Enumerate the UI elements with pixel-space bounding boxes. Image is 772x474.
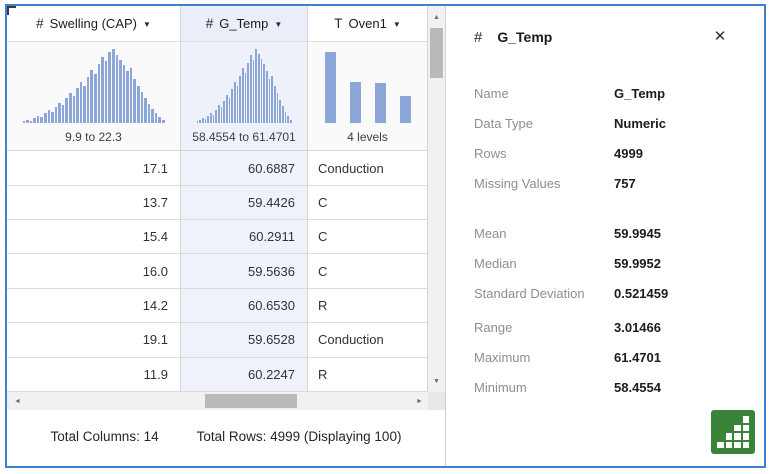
data-table: # Swelling (CAP) ▼ 9.9 to 22.3 17.1 13.7… xyxy=(7,6,428,392)
histogram-thumbnail-swelling[interactable] xyxy=(7,42,180,123)
column-statistics: Name G_Temp Data Type Numeric Rows 4999 … xyxy=(474,78,750,402)
histogram-stairs-icon xyxy=(717,416,749,448)
panel-header: # G_Temp ✕ xyxy=(474,26,746,48)
stat-value: 3.01466 xyxy=(614,319,661,335)
histogram-thumbnail-gtemp[interactable] xyxy=(181,42,307,123)
stat-label: Median xyxy=(474,255,517,271)
stat-row-missing-values: Missing Values 757 xyxy=(474,168,750,198)
scroll-left-icon[interactable]: ◄ xyxy=(9,392,26,410)
data-explorer-window: # Swelling (CAP) ▼ 9.9 to 22.3 17.1 13.7… xyxy=(5,4,766,468)
stat-label: Standard Deviation xyxy=(474,285,585,301)
stat-label: Range xyxy=(474,319,513,335)
table-status-bar: Total Columns: 14 Total Rows: 4999 (Disp… xyxy=(7,410,445,462)
panel-title: G_Temp xyxy=(497,29,553,45)
bar-chart-thumbnail-oven1[interactable] xyxy=(308,42,427,123)
total-columns-label: Total Columns: 14 xyxy=(50,428,159,444)
column-label: Oven1 xyxy=(348,16,387,32)
stat-value: 0.521459 xyxy=(614,285,669,301)
open-chart-button[interactable] xyxy=(711,410,755,454)
stat-row-rows: Rows 4999 xyxy=(474,138,750,168)
table-cell: C xyxy=(308,185,427,221)
chevron-down-icon[interactable]: ▼ xyxy=(274,18,282,29)
table-cell: C xyxy=(308,254,427,289)
table-cell: 13.7 xyxy=(7,185,180,221)
vertical-scrollbar[interactable]: ▲ ▼ xyxy=(428,6,445,392)
table-cell: 60.2247 xyxy=(181,357,307,392)
column-range-label: 9.9 to 22.3 xyxy=(7,122,180,152)
table-cell: 59.5636 xyxy=(181,254,307,289)
column-label: G_Temp xyxy=(219,16,269,32)
chevron-down-icon[interactable]: ▼ xyxy=(143,18,151,29)
column-label: Swelling (CAP) xyxy=(49,16,137,32)
stat-label: Name xyxy=(474,85,509,101)
stat-row-name: Name G_Temp xyxy=(474,78,750,108)
table-cell: 60.6887 xyxy=(181,151,307,186)
column-range-label: 58.4554 to 61.4701 xyxy=(181,122,307,152)
scrollbar-corner xyxy=(428,392,445,410)
stat-row-data-type: Data Type Numeric xyxy=(474,108,750,138)
stat-label: Minimum xyxy=(474,379,527,395)
horizontal-scrollbar[interactable]: ◄ ► xyxy=(7,392,428,410)
scroll-right-icon[interactable]: ► xyxy=(411,392,428,410)
table-cell: C xyxy=(308,220,427,255)
histogram xyxy=(22,49,165,123)
total-rows-label: Total Rows: 4999 (Displaying 100) xyxy=(196,428,402,444)
table-corner-marker xyxy=(7,6,16,15)
numeric-type-icon: # xyxy=(474,28,483,46)
stat-row-range: Range 3.01466 xyxy=(474,312,750,342)
table-cell: 17.1 xyxy=(7,151,180,186)
stat-value: 59.9952 xyxy=(614,255,661,271)
stat-value: G_Temp xyxy=(614,85,666,101)
vertical-scrollbar-thumb[interactable] xyxy=(430,28,443,78)
scroll-down-icon[interactable]: ▼ xyxy=(428,373,445,390)
stat-row-mean: Mean 59.9945 xyxy=(474,218,750,248)
stat-value: 59.9945 xyxy=(614,225,661,241)
table-cell: 60.6530 xyxy=(181,288,307,324)
stat-row-minimum: Minimum 58.4554 xyxy=(474,372,750,402)
bar-chart xyxy=(323,49,412,123)
table-cell: 60.2911 xyxy=(181,220,307,255)
stat-row-maximum: Maximum 61.4701 xyxy=(474,342,750,372)
table-cell: 59.6528 xyxy=(181,323,307,358)
column-details-panel: # G_Temp ✕ Name G_Temp Data Type Numeric… xyxy=(445,6,764,466)
stat-value: 58.4554 xyxy=(614,379,661,395)
text-type-icon: T xyxy=(334,16,343,32)
column-header-gtemp[interactable]: # G_Temp ▼ xyxy=(181,6,307,43)
horizontal-scrollbar-thumb[interactable] xyxy=(205,394,297,408)
stat-value: 61.4701 xyxy=(614,349,661,365)
column-range-label: 4 levels xyxy=(308,122,427,152)
stat-label: Maximum xyxy=(474,349,531,365)
column-header-oven1[interactable]: T Oven1 ▼ xyxy=(308,6,427,43)
numeric-type-icon: # xyxy=(36,16,44,32)
column-gtemp: # G_Temp ▼ 58.4554 to 61.4701 60.6887 59… xyxy=(181,6,308,392)
stat-value: Numeric xyxy=(614,115,667,131)
stat-label: Data Type xyxy=(474,115,534,131)
table-cell: 15.4 xyxy=(7,220,180,255)
table-cell: 11.9 xyxy=(7,357,180,392)
numeric-type-icon: # xyxy=(205,16,214,32)
stat-label: Missing Values xyxy=(474,175,561,191)
table-cell: R xyxy=(308,288,427,324)
scroll-up-icon[interactable]: ▲ xyxy=(428,9,445,26)
table-cell: 14.2 xyxy=(7,288,180,324)
column-swelling-cap: # Swelling (CAP) ▼ 9.9 to 22.3 17.1 13.7… xyxy=(7,6,181,392)
stat-row-standard-deviation: Standard Deviation 0.521459 xyxy=(474,278,750,308)
stat-row-median: Median 59.9952 xyxy=(474,248,750,278)
column-oven1: T Oven1 ▼ 4 levels Conduction C C C R Co… xyxy=(308,6,428,392)
stat-value: 4999 xyxy=(614,145,643,161)
table-cell: Conduction xyxy=(308,151,427,186)
stat-label: Mean xyxy=(474,225,507,241)
table-cell: 59.4426 xyxy=(181,185,307,221)
chevron-down-icon[interactable]: ▼ xyxy=(393,18,401,29)
table-cell: 19.1 xyxy=(7,323,180,358)
table-cell: R xyxy=(308,357,427,392)
histogram xyxy=(196,49,292,123)
table-cell: 16.0 xyxy=(7,254,180,289)
table-cell: Conduction xyxy=(308,323,427,358)
stat-label: Rows xyxy=(474,145,507,161)
column-header-swelling-cap[interactable]: # Swelling (CAP) ▼ xyxy=(7,6,180,43)
stat-value: 757 xyxy=(614,175,636,191)
close-icon[interactable]: ✕ xyxy=(708,24,732,48)
